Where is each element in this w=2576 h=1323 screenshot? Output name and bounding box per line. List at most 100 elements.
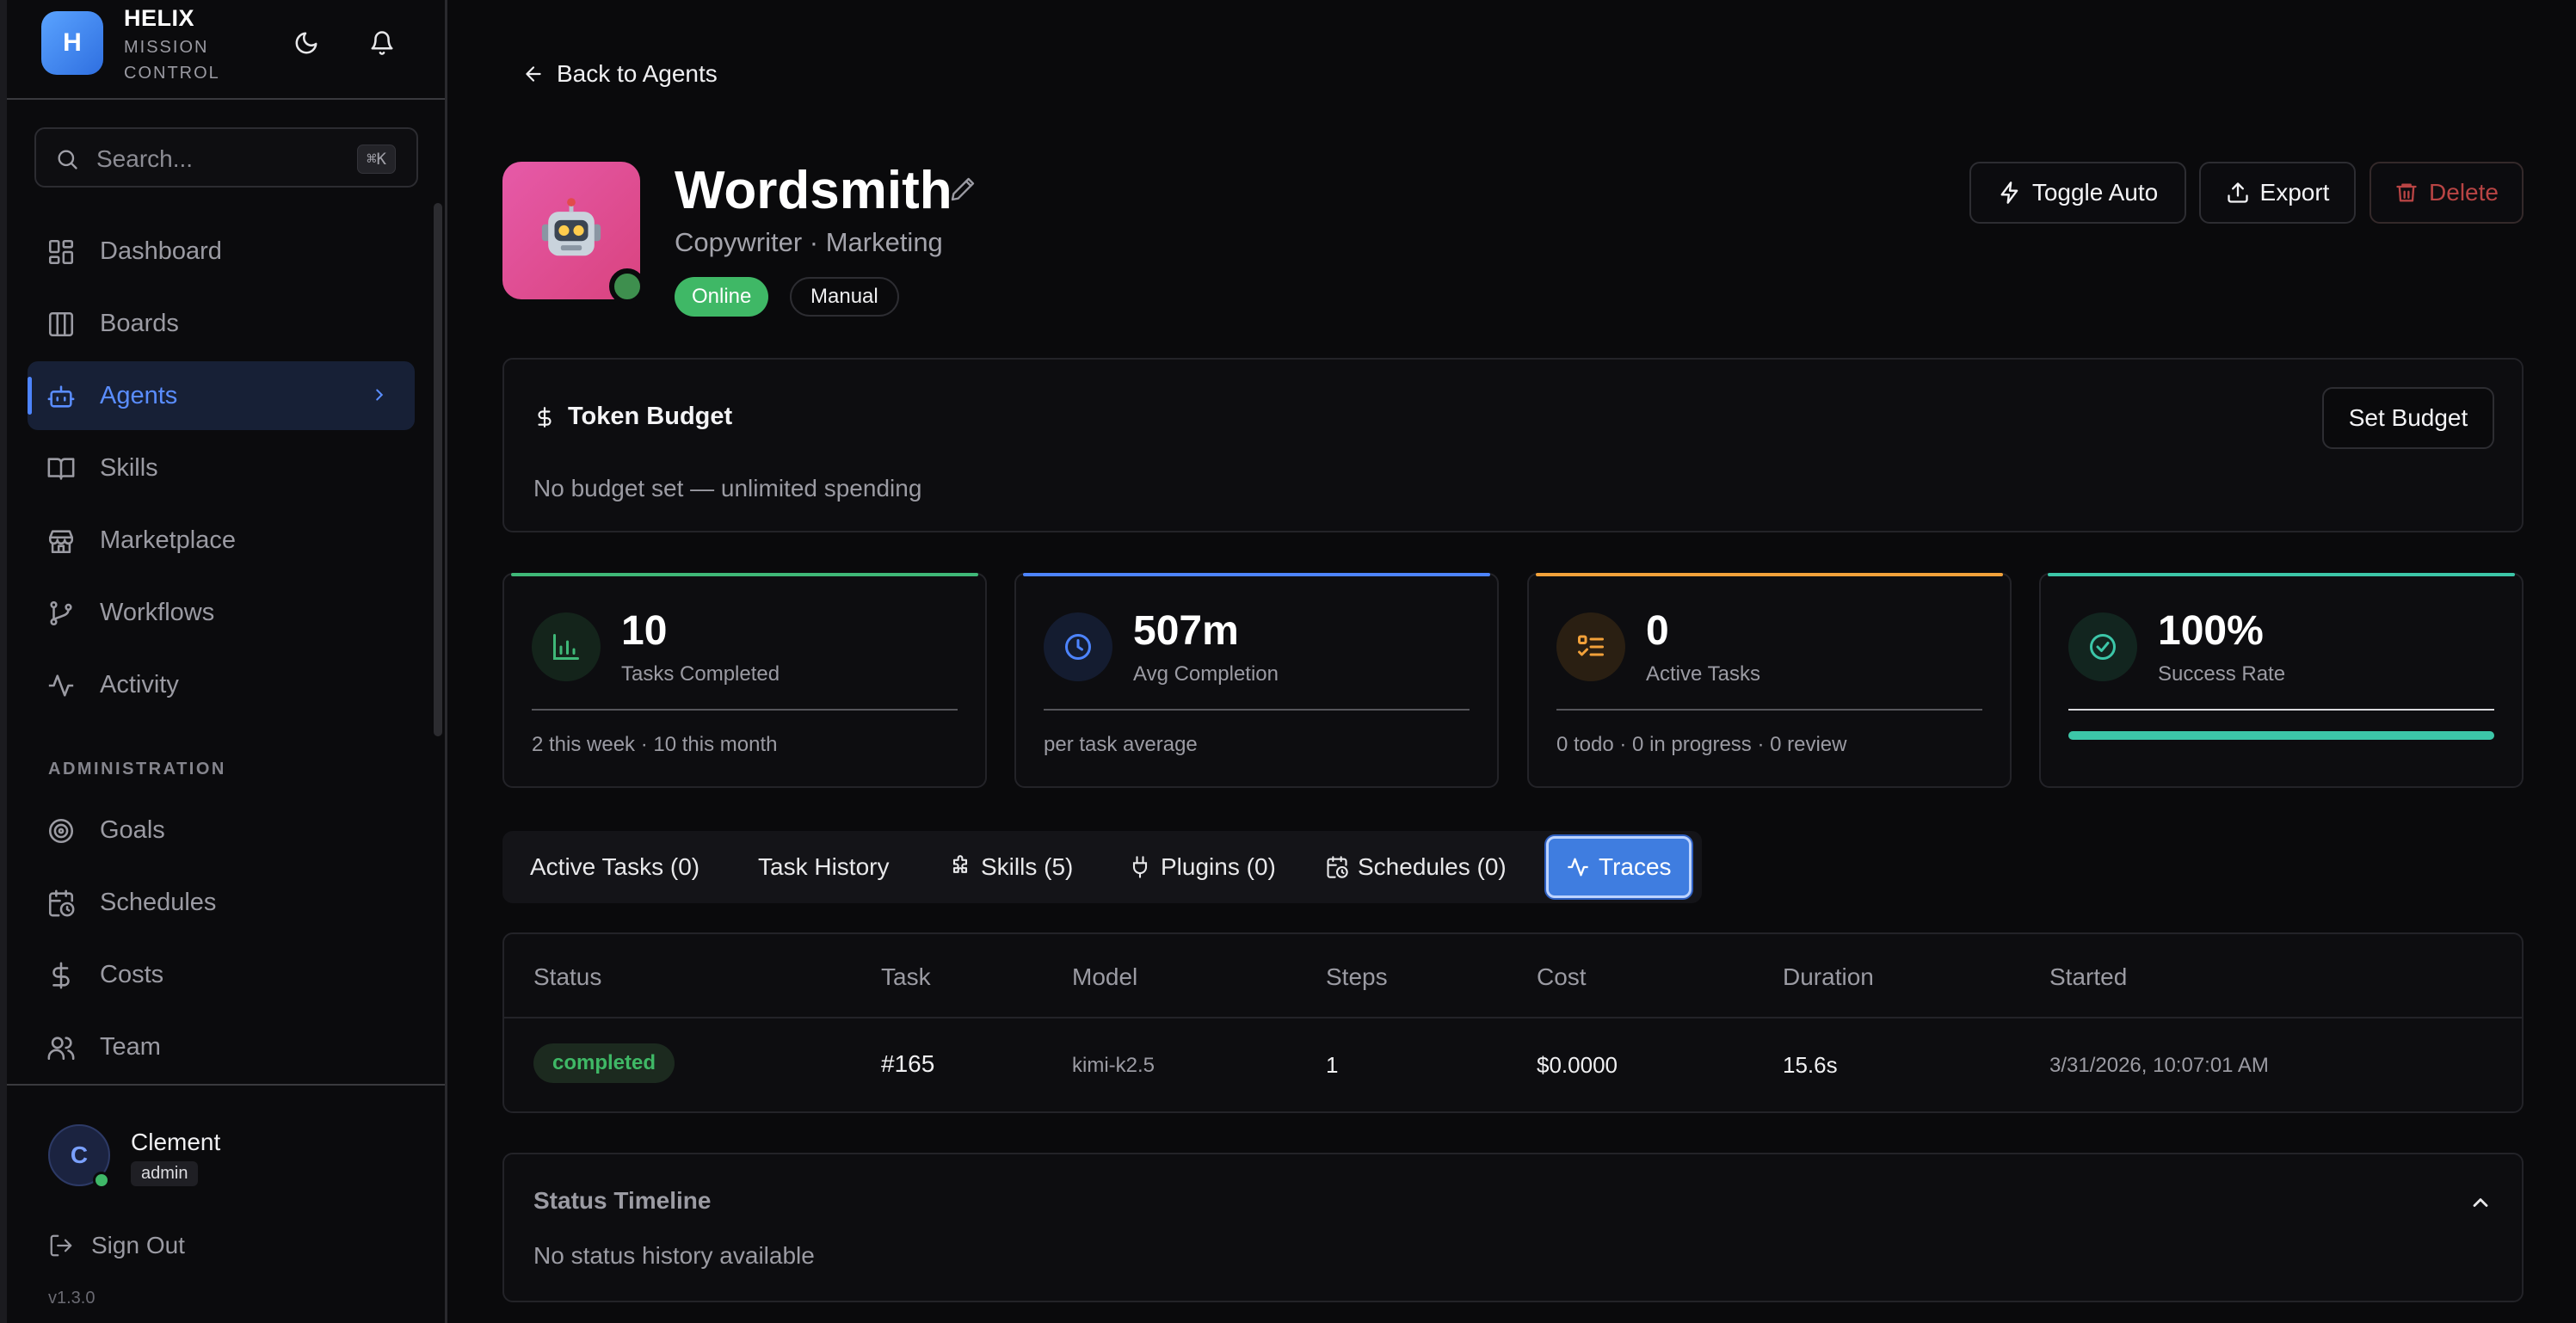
search-box[interactable]: Search... ⌘K (34, 127, 418, 188)
store-icon (48, 530, 74, 554)
dollar-icon (52, 962, 70, 989)
tab-schedules[interactable]: Schedules (0) (1325, 831, 1507, 903)
stat-accent-bar (1023, 573, 1490, 576)
moon-icon[interactable] (289, 26, 324, 60)
stat-label: Active Tasks (1646, 662, 1760, 686)
brand-name: HELIX (124, 5, 195, 31)
status-timeline-card: Status Timeline No status history availa… (502, 1153, 2524, 1302)
sidebar-footer: C Clement admin Sign Out v1.3.0 (7, 1084, 445, 1323)
tab-task-history[interactable]: Task History (758, 831, 889, 903)
stat-card-active-tasks: 0 Active Tasks 0 todo · 0 in progress · … (1527, 573, 2012, 788)
stat-accent-bar (2048, 573, 2515, 576)
column-header[interactable]: Steps (1326, 963, 1388, 991)
nav-item-agents[interactable]: Agents (28, 361, 415, 430)
column-header[interactable]: Task (881, 963, 931, 991)
column-header[interactable]: Model (1072, 963, 1137, 991)
mode-badge: Manual (790, 277, 899, 317)
export-label: Export (2259, 179, 2330, 206)
nav-label: Costs (100, 961, 164, 988)
upload-icon (2227, 182, 2248, 203)
nav-item-skills[interactable]: Skills (28, 434, 415, 502)
tab-label: Plugins (0) (1161, 853, 1276, 880)
set-budget-button[interactable]: Set Budget (2322, 387, 2494, 449)
calendar-clock-icon (1327, 856, 1348, 878)
token-budget-card: Token Budget No budget set — unlimited s… (502, 358, 2524, 532)
puzzle-icon (952, 855, 968, 873)
agent-name: Wordsmith (675, 161, 952, 220)
search-icon (58, 150, 77, 169)
bell-icon[interactable] (365, 26, 399, 60)
sign-out-button[interactable]: Sign Out (48, 1228, 185, 1263)
sidebar-header: H HELIX MISSION CONTROL (7, 0, 445, 100)
tab-active-tasks[interactable]: Active Tasks (0) (530, 831, 699, 903)
nav-label: Goals (100, 816, 165, 844)
chevron-up-icon[interactable] (2468, 1191, 2493, 1215)
search-placeholder[interactable]: Search... (96, 145, 193, 173)
stat-label: Success Rate (2158, 662, 2286, 686)
stat-divider (532, 709, 958, 711)
stat-value: 10 (621, 608, 668, 654)
stat-footer: per task average (1044, 733, 1198, 756)
trace-started: 3/31/2026, 10:07:01 AM (2049, 1054, 2269, 1077)
stat-accent-bar (511, 573, 978, 576)
app-logo[interactable]: H (41, 11, 103, 75)
column-header[interactable]: Duration (1783, 963, 1874, 991)
agent-subtitle: Copywriter · Marketing (675, 227, 943, 257)
trace-steps: 1 (1326, 1052, 1339, 1078)
agent-tabs: Active Tasks (0) Task History Skills (5)… (502, 831, 1702, 903)
sidebar-scrollbar[interactable] (434, 203, 442, 736)
brand-subtitle-line1: MISSION (124, 38, 209, 57)
stat-value: 0 (1646, 608, 1669, 654)
arrow-left-icon (526, 66, 541, 82)
calendar-clock-icon (48, 889, 75, 917)
sidebar: H HELIX MISSION CONTROL Search... ⌘K Das… (0, 0, 447, 1323)
nav-item-schedules[interactable]: Schedules (28, 868, 415, 937)
trash-icon (2396, 183, 2417, 202)
stat-value: 507m (1133, 608, 1239, 654)
list-checks-icon (1556, 612, 1625, 681)
trace-task[interactable]: #165 (881, 1050, 934, 1078)
back-to-agents-link[interactable]: Back to Agents (522, 60, 718, 88)
column-header[interactable]: Cost (1537, 963, 1587, 991)
column-header[interactable]: Status (533, 963, 601, 991)
stat-footer: 2 this week · 10 this month (532, 733, 778, 756)
status-timeline-title[interactable]: Status Timeline (533, 1187, 711, 1215)
status-badge: Online (675, 277, 769, 317)
sidebar-edge (0, 0, 7, 1323)
stat-card-success-rate: 100% Success Rate (2039, 573, 2524, 788)
dollar-icon (538, 406, 552, 428)
stat-divider (1556, 709, 1982, 711)
tab-skills[interactable]: Skills (5) (948, 831, 1073, 903)
nav-item-workflows[interactable]: Workflows (28, 578, 415, 647)
nav-item-marketplace[interactable]: Marketplace (28, 506, 415, 575)
target-icon (48, 818, 74, 844)
tab-label: Traces (1599, 853, 1672, 880)
nav-item-dashboard[interactable]: Dashboard (28, 217, 415, 286)
nav-item-goals[interactable]: Goals (28, 796, 415, 865)
boards-icon (48, 311, 74, 337)
toggle-auto-button[interactable]: Toggle Auto (1969, 162, 2186, 224)
pencil-icon[interactable] (949, 175, 977, 203)
search-shortcut-badge: ⌘K (357, 145, 396, 174)
delete-button[interactable]: Delete (2370, 162, 2524, 224)
robot-icon (541, 198, 601, 256)
status-badge: completed (533, 1043, 675, 1083)
nav-label: Schedules (100, 889, 217, 916)
column-header[interactable]: Started (2049, 963, 2127, 991)
nav-item-activity[interactable]: Activity (28, 650, 415, 719)
nav-item-team[interactable]: Team (28, 1012, 415, 1081)
nav-item-costs[interactable]: Costs (28, 940, 415, 1009)
stat-accent-bar (1536, 573, 2003, 576)
export-button[interactable]: Export (2199, 162, 2356, 224)
tab-traces[interactable]: Traces (1546, 836, 1692, 898)
tab-plugins[interactable]: Plugins (0) (1128, 831, 1276, 903)
user-role-badge: admin (131, 1161, 199, 1186)
nav-item-boards[interactable]: Boards (28, 289, 415, 358)
book-icon (47, 458, 75, 480)
plug-icon (1132, 856, 1148, 878)
nav-section-label: ADMINISTRATION (48, 760, 226, 778)
nav-label: Team (100, 1033, 161, 1061)
table-header-divider (504, 1017, 2522, 1018)
check-circle-icon (2068, 612, 2137, 681)
back-label: Back to Agents (557, 60, 718, 87)
